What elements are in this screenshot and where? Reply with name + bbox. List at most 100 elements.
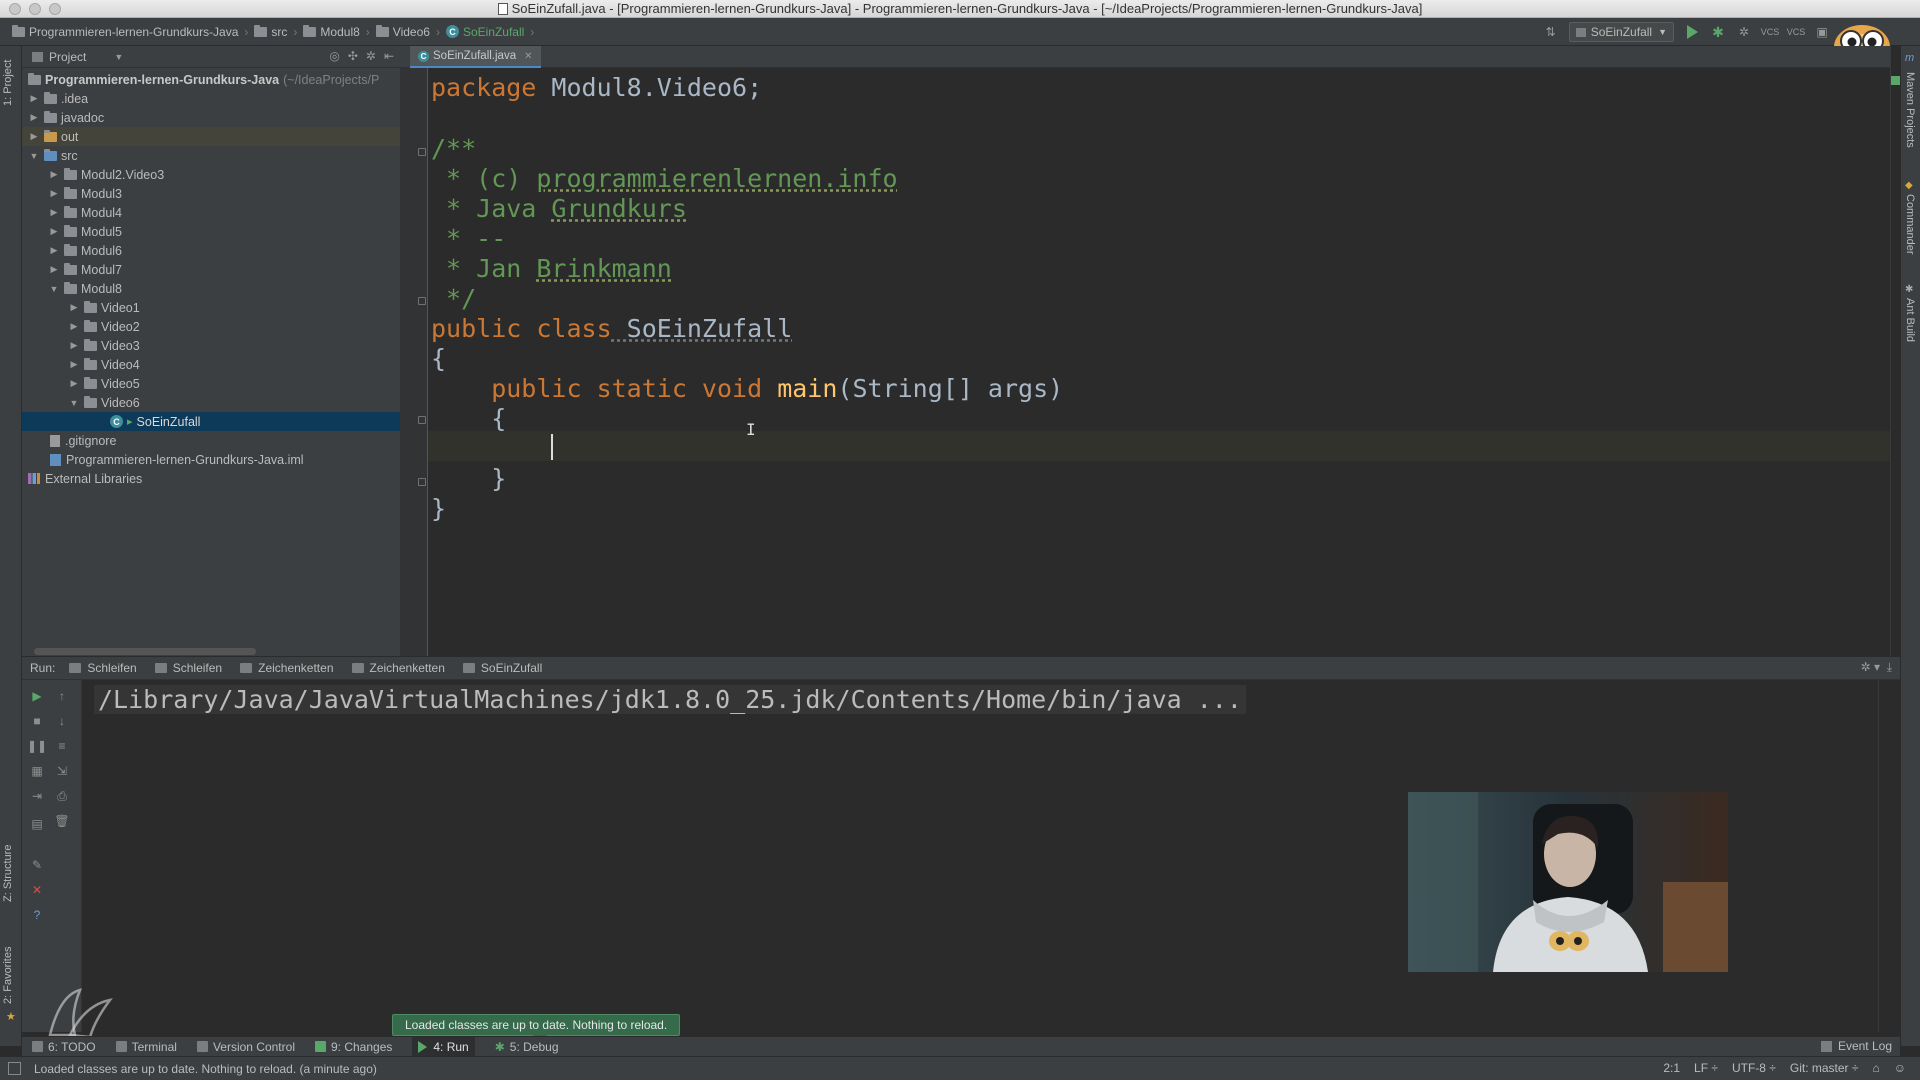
notification-balloon[interactable]: Loaded classes are up to date. Nothing t… xyxy=(392,1014,681,1042)
close-tab-icon[interactable]: ✕ xyxy=(524,51,532,62)
pause-icon[interactable]: ❚❚ xyxy=(27,739,47,753)
line-separator-select[interactable]: LF ÷ xyxy=(1694,1061,1718,1075)
collapse-all-icon[interactable]: ✣ xyxy=(348,49,358,63)
expand-arrow-icon[interactable]: ▶ xyxy=(28,112,40,123)
editor-tab-soeinzufall[interactable]: C SoEinZufall.java ✕ xyxy=(410,46,541,68)
fold-marker-icon[interactable] xyxy=(418,297,426,305)
tree-item-video5[interactable]: ▶ Video5 xyxy=(22,374,400,393)
project-structure-icon[interactable]: ▣ xyxy=(1814,24,1830,40)
tree-item-iml[interactable]: Programmieren-lernen-Grundkurs-Java.iml xyxy=(22,450,400,469)
gear-icon[interactable]: ✲ xyxy=(366,49,376,63)
help-icon[interactable]: ? xyxy=(29,908,45,922)
fold-marker-icon[interactable] xyxy=(418,416,426,424)
run-tab-schleifen-1[interactable]: Schleifen xyxy=(69,661,137,675)
collapse-arrow-icon[interactable]: ▼ xyxy=(48,284,60,294)
tool-tab-event-log[interactable]: Event Log xyxy=(1820,1039,1892,1053)
print-icon[interactable]: ⎙ xyxy=(54,789,70,803)
run-configuration-select[interactable]: SoEinZufall ▼ xyxy=(1568,22,1674,42)
tool-tab-changes[interactable]: 9: Changes xyxy=(314,1040,392,1054)
expand-arrow-icon[interactable]: ▶ xyxy=(48,207,60,218)
tool-tab-ant-build[interactable]: Ant Build xyxy=(1904,298,1916,342)
tool-tab-maven[interactable]: Maven Projects xyxy=(1904,72,1916,148)
tree-item-video1[interactable]: ▶ Video1 xyxy=(22,298,400,317)
chevron-down-icon[interactable]: ▼ xyxy=(114,52,123,62)
vcs-update-icon[interactable]: VCS xyxy=(1761,24,1780,40)
tree-item-modul6[interactable]: ▶ Modul6 xyxy=(22,241,400,260)
expand-arrow-icon[interactable]: ▶ xyxy=(48,188,60,199)
rerun-icon[interactable]: ▶ xyxy=(29,689,45,703)
toggle-tool-windows-icon[interactable] xyxy=(8,1062,21,1075)
crumb-project[interactable]: Programmieren-lernen-Grundkurs-Java › xyxy=(12,24,248,39)
tree-item-external-libraries[interactable]: External Libraries xyxy=(22,469,400,488)
tree-item-javadoc[interactable]: ▶ javadoc xyxy=(22,108,400,127)
tree-item-video2[interactable]: ▶ Video2 xyxy=(22,317,400,336)
layout-icon[interactable]: ▤ xyxy=(29,817,45,831)
tree-item-modul2-video3[interactable]: ▶ Modul2.Video3 xyxy=(22,165,400,184)
tool-tab-structure[interactable]: Z: Structure xyxy=(2,845,14,902)
tree-item-video4[interactable]: ▶ Video4 xyxy=(22,355,400,374)
gear-icon[interactable]: ✲ ▾ ⤓ xyxy=(1861,660,1892,675)
tool-tab-commander[interactable]: Commander xyxy=(1904,194,1916,255)
lock-icon[interactable]: ⌂ xyxy=(1872,1061,1879,1075)
tool-tab-debug[interactable]: ✱ 5: Debug xyxy=(495,1040,559,1054)
coverage-button[interactable]: ✲ xyxy=(1736,24,1752,40)
tree-item-modul8[interactable]: ▼ Modul8 xyxy=(22,279,400,298)
tool-tab-terminal[interactable]: Terminal xyxy=(115,1040,177,1054)
run-tab-soeinzufall[interactable]: SoEinZufall xyxy=(462,661,542,675)
git-branch-select[interactable]: Git: master ÷ xyxy=(1790,1061,1859,1075)
inspector-icon[interactable]: ☺ xyxy=(1894,1061,1906,1075)
expand-arrow-icon[interactable]: ▶ xyxy=(48,245,60,256)
fold-marker-icon[interactable] xyxy=(418,148,426,156)
expand-arrow-icon[interactable]: ▶ xyxy=(48,264,60,275)
collapse-arrow-icon[interactable]: ▼ xyxy=(28,151,40,161)
run-tab-zeichenketten-1[interactable]: Zeichenketten xyxy=(240,661,334,675)
code-editor[interactable]: package Modul8.Video6; /** * (c) program… xyxy=(428,68,1890,656)
exit-icon[interactable]: ⇥ xyxy=(29,789,45,803)
crumb-src[interactable]: src › xyxy=(254,24,297,39)
no-errors-indicator-icon[interactable] xyxy=(1891,76,1900,85)
expand-arrow-icon[interactable]: ▶ xyxy=(68,321,80,332)
expand-arrow-icon[interactable]: ▶ xyxy=(48,169,60,180)
scroll-to-end-icon[interactable]: ⇲ xyxy=(54,764,70,778)
arrow-up-icon[interactable]: ↑ xyxy=(54,689,70,703)
vcs-commit-icon[interactable]: VCS xyxy=(1787,24,1806,40)
pin-icon[interactable]: ✎ xyxy=(29,858,45,872)
tool-tab-project[interactable]: 1: Project xyxy=(2,60,14,106)
clear-all-icon[interactable]: 🗑 xyxy=(54,814,70,828)
tree-item-out[interactable]: ▶ out xyxy=(22,127,400,146)
crumb-modul8[interactable]: Modul8 › xyxy=(303,24,370,39)
status-message[interactable]: Loaded classes are up to date. Nothing t… xyxy=(34,1062,377,1076)
expand-arrow-icon[interactable]: ▶ xyxy=(28,131,40,142)
run-button[interactable] xyxy=(1684,24,1700,40)
tool-tab-run[interactable]: 4: Run xyxy=(412,1036,475,1057)
tool-tab-version-control[interactable]: Version Control xyxy=(196,1040,295,1054)
expand-arrow-icon[interactable]: ▶ xyxy=(48,226,60,237)
tree-item-src[interactable]: ▼ src xyxy=(22,146,400,165)
tree-item-modul3[interactable]: ▶ Modul3 xyxy=(22,184,400,203)
tree-item-modul5[interactable]: ▶ Modul5 xyxy=(22,222,400,241)
crumb-class[interactable]: C SoEinZufall › xyxy=(445,25,534,39)
expand-arrow-icon[interactable]: ▶ xyxy=(68,359,80,370)
debug-button[interactable]: ✱ xyxy=(1710,24,1726,40)
hide-panel-icon[interactable]: ⇤ xyxy=(384,49,394,63)
expand-arrow-icon[interactable]: ▶ xyxy=(68,378,80,389)
tree-item-root[interactable]: Programmieren-lernen-Grundkurs-Java (~/Id… xyxy=(22,70,400,89)
encoding-select[interactable]: UTF-8 ÷ xyxy=(1732,1061,1776,1075)
scroll-from-source-icon[interactable]: ◎ xyxy=(329,49,339,63)
run-tab-schleifen-2[interactable]: Schleifen xyxy=(154,661,222,675)
build-icon[interactable]: ⇅ xyxy=(1543,24,1559,40)
fold-marker-icon[interactable] xyxy=(418,478,426,486)
editor-gutter[interactable] xyxy=(400,68,428,656)
expand-arrow-icon[interactable]: ▶ xyxy=(68,340,80,351)
stop-icon[interactable]: ■ xyxy=(29,714,45,728)
tree-item-idea[interactable]: ▶ .idea xyxy=(22,89,400,108)
editor-error-stripe[interactable] xyxy=(1890,46,1900,656)
tree-item-gitignore[interactable]: .gitignore xyxy=(22,431,400,450)
project-view-label[interactable]: Project xyxy=(49,50,86,64)
dump-threads-icon[interactable]: ▦ xyxy=(29,764,45,778)
close-icon[interactable]: ✕ xyxy=(29,883,45,897)
crumb-video6[interactable]: Video6 › xyxy=(375,24,440,39)
tree-item-modul4[interactable]: ▶ Modul4 xyxy=(22,203,400,222)
expand-arrow-icon[interactable]: ▶ xyxy=(28,93,40,104)
tree-item-modul7[interactable]: ▶ Modul7 xyxy=(22,260,400,279)
